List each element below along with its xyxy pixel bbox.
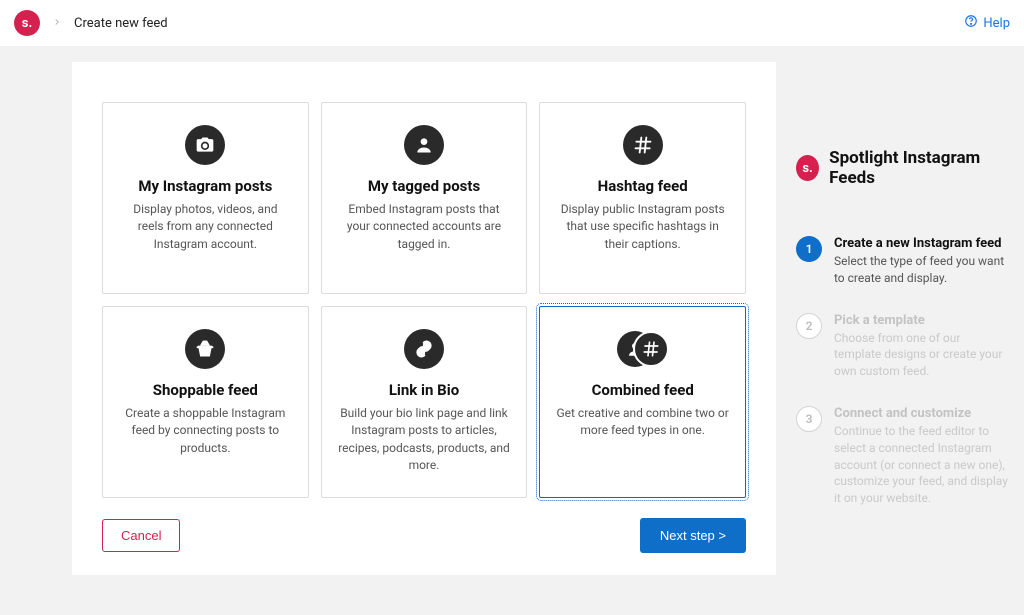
link-icon: [404, 329, 444, 369]
step-body: Pick a template Choose from one of our t…: [834, 313, 1008, 380]
card-title: Combined feed: [592, 381, 694, 399]
help-label: Help: [983, 16, 1010, 31]
step-desc: Continue to the feed editor to select a …: [834, 423, 1008, 507]
camera-icon: [185, 125, 225, 165]
chevron-right-icon: [52, 15, 62, 31]
steps-list: 1 Create a new Instagram feed Select the…: [796, 236, 1008, 507]
cancel-button[interactable]: Cancel: [102, 519, 180, 552]
app-logo[interactable]: s.: [14, 10, 40, 36]
card-title: My tagged posts: [368, 177, 480, 195]
card-title: Shoppable feed: [153, 381, 258, 399]
card-shoppable-feed[interactable]: Shoppable feed Create a shoppable Instag…: [102, 306, 309, 498]
step-1: 1 Create a new Instagram feed Select the…: [796, 236, 1008, 287]
stage: My Instagram posts Display photos, video…: [0, 46, 1024, 615]
card-my-tagged-posts[interactable]: My tagged posts Embed Instagram posts th…: [321, 102, 528, 294]
card-title: My Instagram posts: [138, 177, 272, 195]
card-desc: Display photos, videos, and reels from a…: [119, 201, 292, 253]
card-hashtag-feed[interactable]: Hashtag feed Display public Instagram po…: [539, 102, 746, 294]
card-link-in-bio[interactable]: Link in Bio Build your bio link page and…: [321, 306, 528, 498]
step-number: 1: [796, 236, 822, 262]
combined-icon: [617, 329, 669, 369]
step-number: 2: [796, 313, 822, 339]
card-desc: Display public Instagram posts that use …: [556, 201, 729, 253]
person-icon: [404, 125, 444, 165]
panel-footer: Cancel Next step >: [102, 518, 746, 553]
sidebar-head: s. Spotlight Instagram Feeds: [796, 148, 1008, 188]
card-title: Link in Bio: [389, 381, 459, 399]
step-3: 3 Connect and customize Continue to the …: [796, 406, 1008, 507]
basket-icon: [185, 329, 225, 369]
feed-type-grid: My Instagram posts Display photos, video…: [102, 102, 746, 498]
step-title: Connect and customize: [834, 406, 1008, 421]
step-body: Create a new Instagram feed Select the t…: [834, 236, 1008, 287]
step-body: Connect and customize Continue to the fe…: [834, 406, 1008, 507]
help-link[interactable]: Help: [964, 14, 1010, 32]
hashtag-icon: [623, 125, 663, 165]
step-desc: Select the type of feed you want to crea…: [834, 253, 1008, 287]
main-panel: My Instagram posts Display photos, video…: [72, 62, 776, 575]
card-my-instagram-posts[interactable]: My Instagram posts Display photos, video…: [102, 102, 309, 294]
card-desc: Get creative and combine two or more fee…: [556, 405, 729, 440]
topbar: s. Create new feed Help: [0, 0, 1024, 46]
card-combined-feed[interactable]: Combined feed Get creative and combine t…: [539, 306, 746, 498]
next-step-button[interactable]: Next step >: [640, 518, 746, 553]
card-desc: Embed Instagram posts that your connecte…: [338, 201, 511, 253]
sidebar: s. Spotlight Instagram Feeds 1 Create a …: [796, 62, 1008, 507]
step-desc: Choose from one of our template designs …: [834, 330, 1008, 380]
step-title: Pick a template: [834, 313, 1008, 328]
sidebar-logo: s.: [796, 155, 819, 181]
topbar-left: s. Create new feed: [14, 10, 168, 36]
step-2: 2 Pick a template Choose from one of our…: [796, 313, 1008, 380]
page-title: Create new feed: [74, 16, 168, 31]
sidebar-title: Spotlight Instagram Feeds: [829, 148, 1008, 188]
help-icon: [964, 14, 978, 32]
card-desc: Create a shoppable Instagram feed by con…: [119, 405, 292, 457]
card-desc: Build your bio link page and link Instag…: [338, 405, 511, 475]
step-title: Create a new Instagram feed: [834, 236, 1008, 251]
step-number: 3: [796, 406, 822, 432]
card-title: Hashtag feed: [598, 177, 688, 195]
